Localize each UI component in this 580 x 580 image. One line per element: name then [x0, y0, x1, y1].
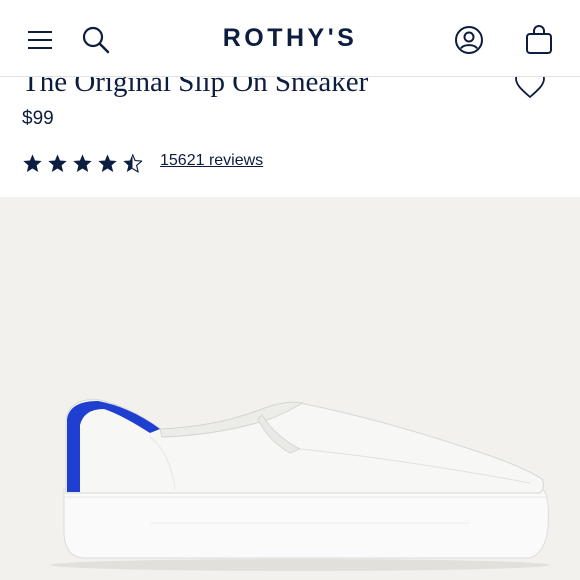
- star-rating[interactable]: [22, 151, 147, 175]
- site-header: ROTHY'S: [0, 0, 580, 77]
- product-page: ROTHY'S The Original Slip On Sneaker $99: [0, 0, 580, 580]
- reviews-link[interactable]: 15621 reviews: [160, 152, 263, 170]
- star-full-icon: [23, 153, 42, 172]
- star-half-icon: [123, 153, 143, 173]
- menu-icon: [28, 31, 52, 49]
- search-button[interactable]: [76, 20, 116, 60]
- site-logo[interactable]: ROTHY'S: [190, 24, 390, 53]
- shoe-illustration: [50, 399, 550, 571]
- account-button[interactable]: [449, 20, 489, 60]
- product-image[interactable]: [0, 197, 580, 580]
- product-price: $99: [22, 108, 54, 129]
- star-full-icon: [48, 153, 67, 172]
- account-icon: [455, 26, 483, 54]
- bag-icon: [526, 25, 552, 54]
- star-full-icon: [73, 153, 92, 172]
- bag-button[interactable]: [519, 20, 559, 60]
- search-icon: [82, 26, 110, 54]
- star-full-icon: [98, 153, 117, 172]
- menu-button[interactable]: [20, 20, 60, 60]
